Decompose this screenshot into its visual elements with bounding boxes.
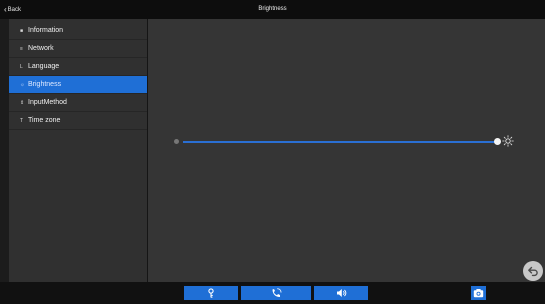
brightness-settings-screen: Brightness ‹ Back ■ Information ≡ Network … [0, 0, 545, 304]
info-icon: ■ [20, 28, 24, 34]
return-button[interactable] [523, 261, 543, 281]
camera-icon [473, 289, 484, 298]
brightness-panel [148, 19, 545, 282]
back-label: Back [7, 6, 22, 13]
back-button[interactable]: ‹ Back [4, 3, 21, 16]
input-method-icon: ⇕ [20, 100, 25, 106]
call-button[interactable] [241, 286, 311, 300]
sidebar-item-label: Time zone [28, 117, 61, 124]
key-icon [208, 288, 214, 298]
sidebar-item-label: InputMethod [28, 99, 67, 106]
key-button[interactable] [184, 286, 238, 300]
time-zone-icon: T [20, 118, 24, 124]
sidebar-item-brightness[interactable]: ☼ Brightness [9, 76, 147, 94]
speaker-icon [337, 289, 347, 297]
brightness-slider-thumb[interactable] [494, 138, 501, 145]
page-title: Brightness [258, 6, 287, 12]
sidebar-item-label: Language [28, 63, 60, 70]
chevron-left-icon: ‹ [4, 4, 7, 14]
sidebar-item-time-zone[interactable]: T Time zone [9, 112, 147, 130]
sidebar-item-label: Information [28, 27, 64, 34]
volume-button[interactable] [314, 286, 368, 300]
sidebar-item-inputmethod[interactable]: ⇕ InputMethod [9, 94, 147, 112]
title-bar: Brightness ‹ Back [0, 0, 545, 19]
sun-icon [502, 135, 514, 147]
brightness-icon: ☼ [20, 82, 25, 88]
sidebar-item-language[interactable]: L Language [9, 58, 147, 76]
brightness-min-icon [174, 139, 179, 144]
brightness-slider[interactable] [183, 141, 497, 143]
call-icon [272, 288, 282, 297]
sidebar-item-label: Network [28, 45, 54, 52]
camera-button[interactable] [471, 286, 486, 300]
settings-sidebar: ■ Information ≡ Network L Language ☼ Brightn… [9, 19, 148, 282]
language-icon: L [20, 64, 23, 70]
return-icon [528, 266, 538, 277]
sidebar-item-label: Brightness [28, 81, 62, 88]
network-icon: ≡ [20, 46, 23, 52]
sidebar-item-information[interactable]: ■ Information [9, 22, 147, 40]
sidebar-item-network[interactable]: ≡ Network [9, 40, 147, 58]
